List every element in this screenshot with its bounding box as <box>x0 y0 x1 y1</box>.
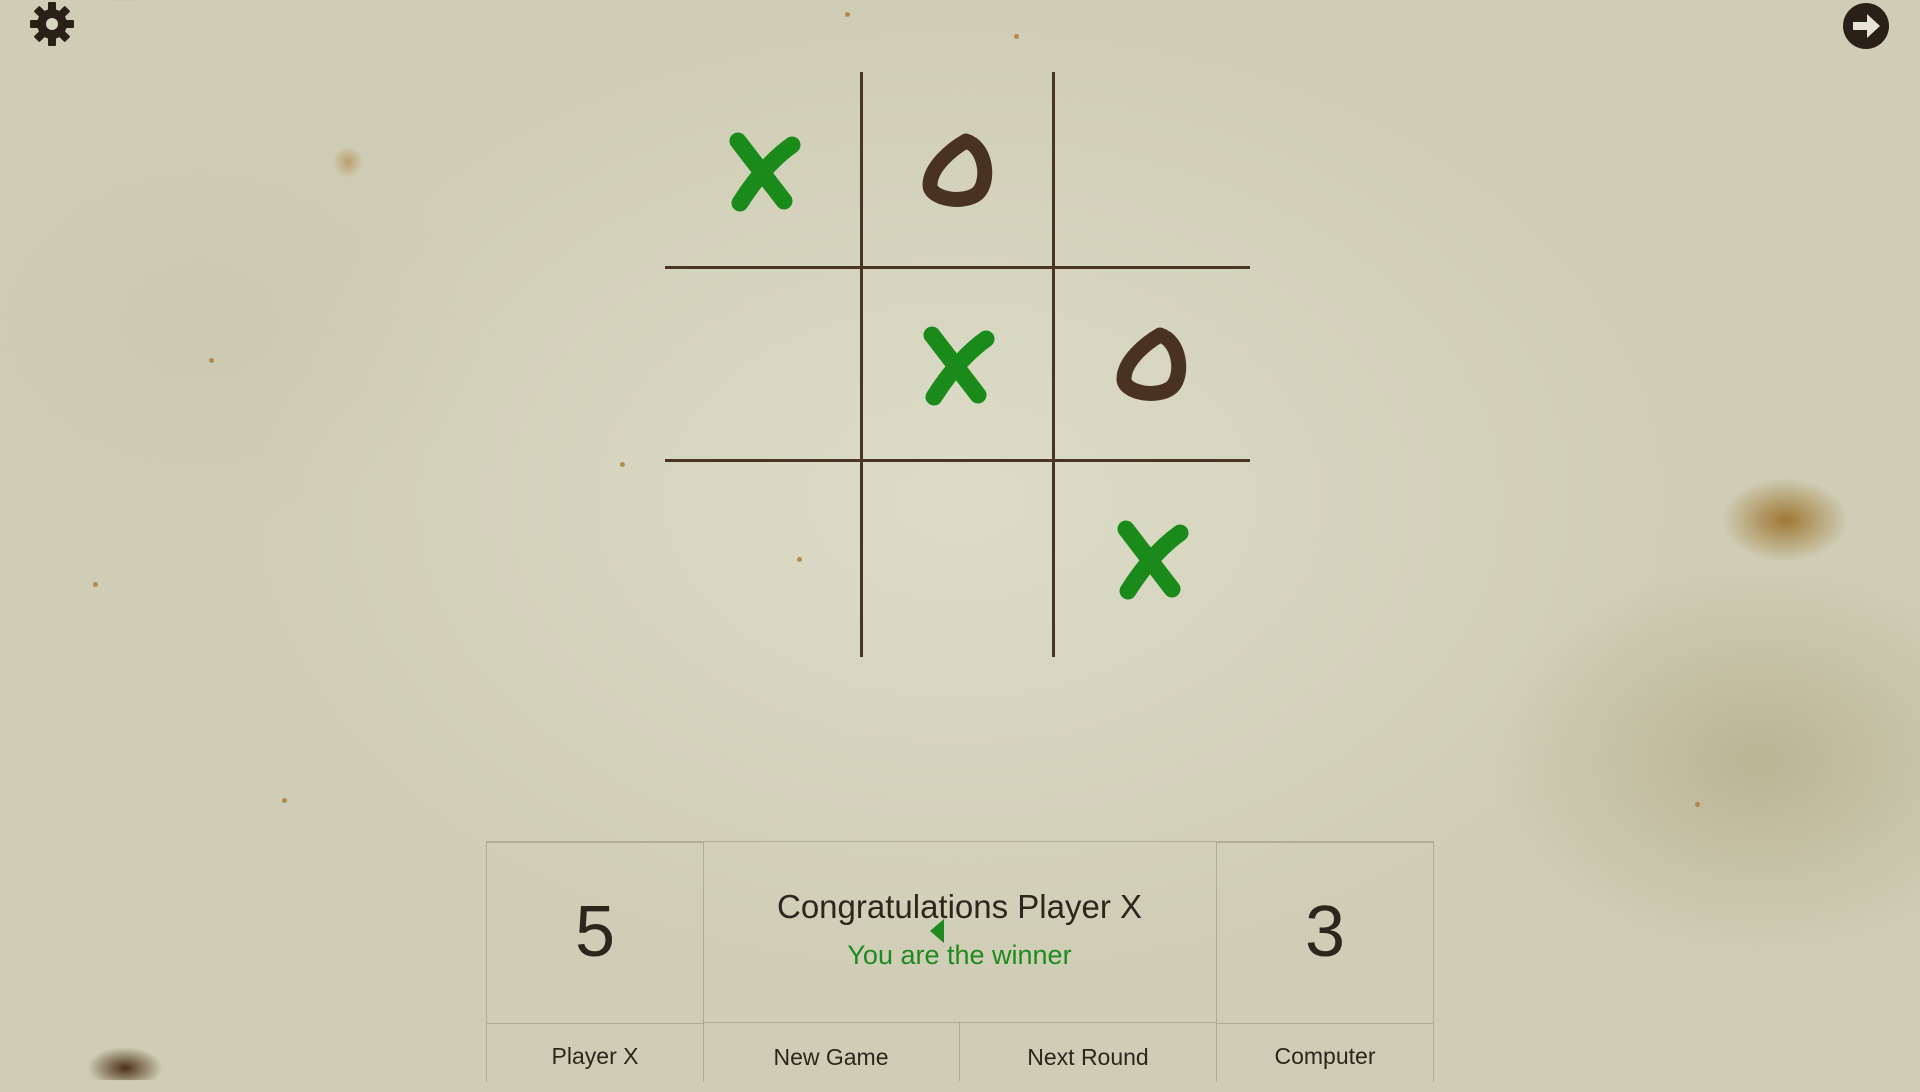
game-board <box>665 72 1250 657</box>
paper-speck <box>1695 802 1700 807</box>
result-message: Congratulations Player X You are the win… <box>703 842 1216 1022</box>
divider <box>487 1023 703 1024</box>
player-x-score-panel: 5 Player X <box>486 842 704 1082</box>
exit-button[interactable] <box>1842 2 1890 50</box>
gear-icon <box>30 2 74 46</box>
winner-subtitle: You are the winner <box>847 940 1072 970</box>
player-x-label: Player X <box>551 1043 639 1069</box>
player-x-score: 5 <box>574 892 616 972</box>
winner-title: Congratulations Player X <box>776 888 1143 925</box>
x-mark-icon <box>923 326 994 405</box>
board-cell[interactable] <box>859 72 1052 265</box>
computer-score: 3 <box>1304 892 1346 972</box>
computer-score-panel: 3 Computer <box>1216 842 1434 1082</box>
x-mark-icon <box>1117 520 1188 599</box>
computer-label: Computer <box>1274 1043 1376 1069</box>
arrow-right-circle-icon <box>1843 3 1889 49</box>
board-cell[interactable] <box>1053 72 1246 265</box>
paper-speck <box>845 12 850 17</box>
divider <box>1217 1023 1433 1024</box>
paper-speck <box>620 462 625 467</box>
board-cell[interactable] <box>665 72 858 265</box>
settings-button[interactable] <box>28 0 76 48</box>
board-cell[interactable] <box>665 266 858 459</box>
paper-speck <box>282 798 287 803</box>
o-mark-icon <box>1116 327 1186 401</box>
board-cell[interactable] <box>1053 460 1246 653</box>
board-cell[interactable] <box>665 460 858 653</box>
board-cell[interactable] <box>859 266 1052 459</box>
x-mark-icon <box>729 132 800 211</box>
paper-speck <box>209 358 214 363</box>
next-round-button[interactable]: Next Round <box>960 1022 1216 1081</box>
paper-speck <box>1014 34 1019 39</box>
board-cell[interactable] <box>859 460 1052 653</box>
o-mark-icon <box>922 133 992 207</box>
board-cell[interactable] <box>1053 266 1246 459</box>
paper-speck <box>93 582 98 587</box>
scoreboard: 5 Player X Congratulations Player X You … <box>486 841 1434 1082</box>
new-game-button[interactable]: New Game <box>703 1022 959 1081</box>
